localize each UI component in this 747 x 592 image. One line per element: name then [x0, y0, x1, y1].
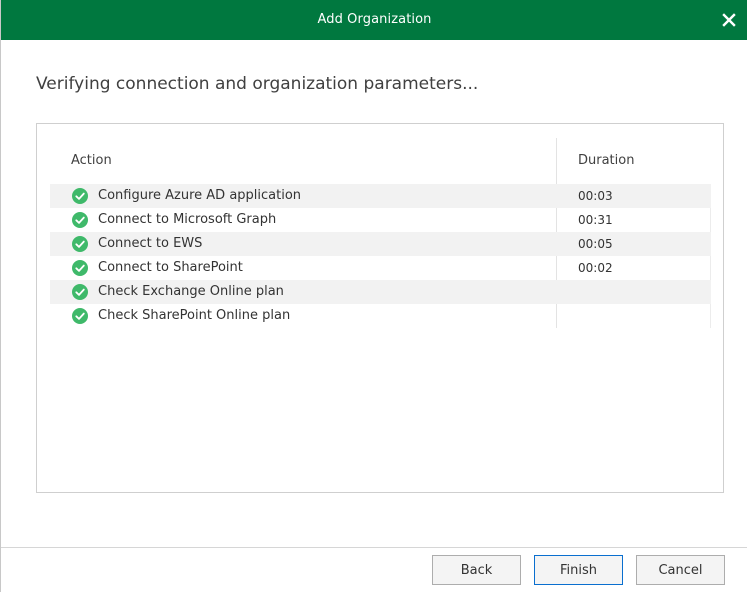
table-header: Action Duration — [50, 138, 711, 184]
table-row[interactable]: Check Exchange Online plan — [50, 280, 711, 304]
row-action: Connect to Microsoft Graph — [98, 212, 277, 227]
dialog-title: Add Organization — [317, 12, 432, 27]
success-check-icon — [72, 188, 88, 204]
success-check-icon — [72, 308, 88, 324]
success-check-icon — [72, 236, 88, 252]
success-check-icon — [72, 260, 88, 276]
close-button[interactable] — [718, 9, 740, 31]
row-action: Check Exchange Online plan — [98, 284, 284, 299]
title-bar: Add Organization — [1, 0, 747, 40]
row-action: Check SharePoint Online plan — [98, 308, 291, 323]
table-row[interactable]: Connect to EWS 00:05 — [50, 232, 711, 256]
success-check-icon — [72, 212, 88, 228]
add-organization-dialog: Add Organization Verifying connection an… — [0, 0, 747, 592]
row-action: Connect to SharePoint — [98, 260, 243, 275]
row-duration: 00:02 — [578, 261, 613, 275]
footer-divider — [1, 547, 747, 548]
cancel-button[interactable]: Cancel — [636, 555, 725, 585]
column-header-action[interactable]: Action — [71, 153, 112, 168]
success-check-icon — [72, 284, 88, 300]
table-row[interactable]: Connect to SharePoint 00:02 — [50, 256, 711, 280]
table-row[interactable]: Check SharePoint Online plan — [50, 304, 711, 328]
table-row[interactable]: Connect to Microsoft Graph 00:31 — [50, 208, 711, 232]
close-icon — [722, 13, 736, 27]
row-duration: 00:05 — [578, 237, 613, 251]
column-header-duration[interactable]: Duration — [578, 153, 634, 168]
results-panel: Action Duration Configure Azure AD appli… — [36, 123, 724, 493]
page-heading: Verifying connection and organization pa… — [36, 74, 479, 94]
row-action: Configure Azure AD application — [98, 188, 302, 203]
back-button[interactable]: Back — [432, 555, 521, 585]
row-duration: 00:03 — [578, 189, 613, 203]
row-action: Connect to EWS — [98, 236, 203, 251]
finish-button[interactable]: Finish — [534, 555, 623, 585]
results-table: Action Duration Configure Azure AD appli… — [50, 138, 711, 328]
row-duration: 00:31 — [578, 213, 613, 227]
table-row[interactable]: Configure Azure AD application 00:03 — [50, 184, 711, 208]
